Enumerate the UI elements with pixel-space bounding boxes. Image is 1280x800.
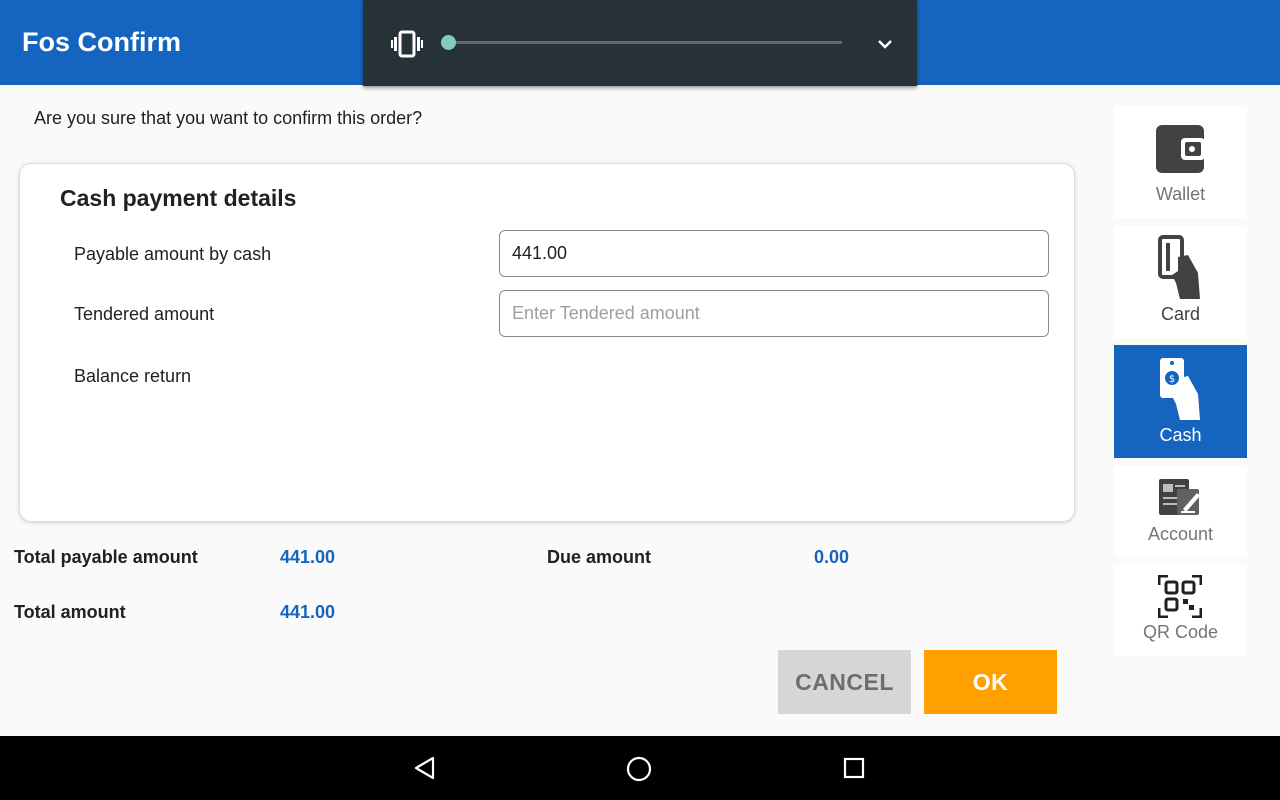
tendered-amount-label: Tendered amount xyxy=(74,304,215,324)
payment-method-cash[interactable]: $ Cash xyxy=(1114,345,1247,458)
recents-icon[interactable] xyxy=(843,757,865,779)
payment-method-account[interactable]: Account xyxy=(1114,466,1247,557)
cash-hand-icon: $ xyxy=(1160,358,1200,420)
section-title: Cash payment details xyxy=(60,185,297,211)
total-amount-label: Total amount xyxy=(14,602,126,622)
payable-amount-label: Payable amount by cash xyxy=(74,244,272,264)
payment-method-label: Account xyxy=(1147,524,1214,544)
vibrate-icon[interactable] xyxy=(391,30,423,58)
wallet-icon xyxy=(1156,125,1205,173)
payable-amount-field[interactable] xyxy=(499,230,1049,277)
cash-payment-details-card: Cash payment details Payable amount by c… xyxy=(19,163,1075,522)
due-amount-value: 0.00 xyxy=(814,547,850,567)
card-hand-icon xyxy=(1158,235,1200,299)
svg-text:$: $ xyxy=(1169,374,1175,385)
confirm-question: Are you sure that you want to confirm th… xyxy=(34,108,423,128)
home-icon[interactable] xyxy=(626,756,652,782)
volume-panel xyxy=(363,0,917,86)
total-amount-value: 441.00 xyxy=(280,602,336,622)
due-amount-label: Due amount xyxy=(547,547,652,567)
payment-method-qr-code[interactable]: QR Code xyxy=(1114,564,1247,656)
system-navigation-bar xyxy=(0,736,1280,800)
total-payable-label: Total payable amount xyxy=(14,547,198,567)
volume-slider-track[interactable] xyxy=(448,41,842,44)
app-title: Fos Confirm xyxy=(22,27,181,57)
payment-method-label: QR Code xyxy=(1142,622,1219,642)
total-payable-value: 441.00 xyxy=(280,547,336,567)
qr-code-icon xyxy=(1158,575,1202,618)
volume-slider-thumb[interactable] xyxy=(441,35,456,50)
payment-method-label: Cash xyxy=(1159,425,1202,445)
ok-button[interactable]: OK xyxy=(924,650,1057,714)
payment-method-label: Wallet xyxy=(1155,184,1206,204)
tendered-amount-field[interactable] xyxy=(499,290,1049,337)
payment-method-card[interactable]: Card xyxy=(1114,226,1247,338)
payment-method-label: Card xyxy=(1160,304,1200,324)
account-document-icon xyxy=(1159,479,1200,515)
balance-return-label: Balance return xyxy=(74,366,192,386)
back-icon[interactable] xyxy=(413,756,437,780)
cancel-button[interactable]: CANCEL xyxy=(778,650,911,714)
payment-method-wallet[interactable]: Wallet xyxy=(1114,106,1247,218)
chevron-down-icon[interactable] xyxy=(875,34,895,54)
